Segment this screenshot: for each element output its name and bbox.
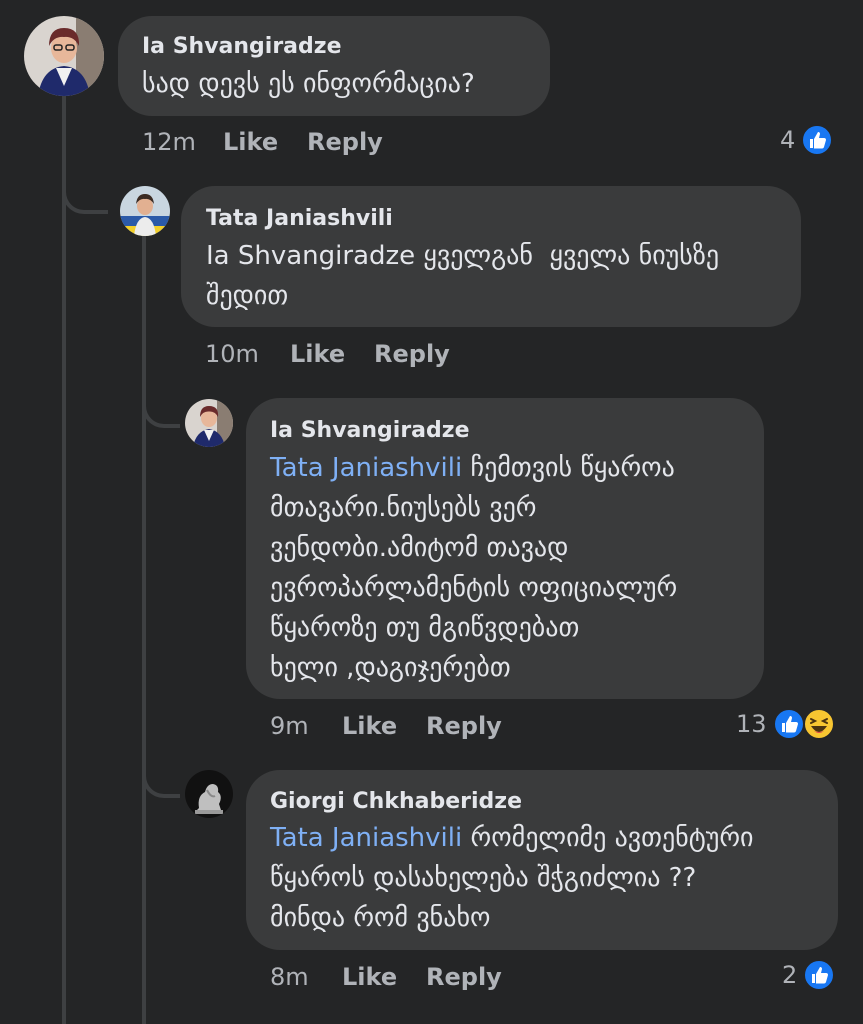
reaction-summary[interactable]: 13 — [736, 708, 835, 740]
reply-button[interactable]: Reply — [426, 712, 502, 740]
avatar[interactable] — [185, 399, 233, 447]
comment-timestamp[interactable]: 9m — [270, 712, 309, 740]
comment-text: Tata Janiashvili ჩემთვის წყაროა მთავარი.… — [270, 448, 677, 688]
thread-branch-3 — [142, 754, 180, 798]
comment-author[interactable]: Ia Shvangiradze — [270, 418, 470, 443]
mention-link[interactable]: Tata Janiashvili — [270, 823, 462, 853]
comment-timestamp[interactable]: 10m — [205, 340, 259, 368]
comment-text-line: წყაროზე თუ მგიწვდებათ — [270, 613, 580, 643]
mention-link[interactable]: Tata Janiashvili — [270, 453, 462, 483]
like-icon — [803, 959, 836, 991]
reply-button[interactable]: Reply — [307, 128, 383, 156]
like-icon — [801, 124, 834, 156]
comment-text: Ia Shvangiradze ყველგან ყველა ნიუსზე შედ… — [206, 236, 719, 316]
comment-text-line: Ia Shvangiradze ყველგან ყველა ნიუსზე — [206, 241, 720, 271]
reaction-count: 2 — [782, 961, 798, 989]
like-button[interactable]: Like — [342, 712, 397, 740]
haha-icon — [802, 708, 835, 740]
reaction-count: 13 — [736, 710, 767, 738]
comment-text-line: ევროპარლამენტის ოფიციალურ — [270, 573, 678, 603]
comment-author[interactable]: Ia Shvangiradze — [142, 34, 342, 59]
avatar-photo — [185, 770, 233, 818]
comment-text: Tata Janiashvili რომელიმე ავთენტური წყარ… — [270, 818, 754, 938]
comment-text-line: მთავარი.ნიუსებს ვერ — [270, 493, 537, 523]
comment-text: სად დევს ეს ინფორმაცია? — [142, 64, 475, 104]
comment-text-line: რომელიმე ავთენტური — [462, 823, 754, 853]
avatar-photo — [185, 399, 233, 447]
thread-line-nested — [142, 236, 146, 1024]
comment-text-line: ხელი ,დაგიჯერებთ — [270, 653, 511, 683]
comment-timestamp[interactable]: 8m — [270, 963, 309, 991]
thread-branch-1 — [62, 170, 108, 214]
avatar[interactable] — [120, 186, 170, 236]
like-button[interactable]: Like — [223, 128, 278, 156]
reply-button[interactable]: Reply — [374, 340, 450, 368]
avatar-photo — [24, 16, 104, 96]
avatar[interactable] — [185, 770, 233, 818]
like-button[interactable]: Like — [342, 963, 397, 991]
like-icon — [772, 708, 805, 740]
avatar[interactable] — [24, 16, 104, 96]
comment-author[interactable]: Giorgi Chkhaberidze — [270, 789, 522, 814]
reaction-summary[interactable]: 2 — [782, 959, 836, 991]
comment-text-line: მინდა რომ ვნახო — [270, 903, 491, 933]
comment-timestamp[interactable]: 12m — [142, 128, 196, 156]
comment-text-line: შედით — [206, 281, 289, 311]
reaction-count: 4 — [780, 126, 796, 154]
comment-text-line: ვენდობი.ამიტომ თავად — [270, 533, 569, 563]
thread-line-main — [62, 96, 66, 1024]
avatar-photo — [120, 186, 170, 236]
like-button[interactable]: Like — [290, 340, 345, 368]
comment-thread: Ia Shvangiradze სად დევს ეს ინფორმაცია? … — [0, 0, 863, 1024]
reaction-summary[interactable]: 4 — [780, 124, 834, 156]
thread-branch-2 — [142, 384, 180, 428]
comment-text-line: სად დევს ეს ინფორმაცია? — [142, 69, 475, 99]
comment-text-line: წყაროს დასახელება შჭგიძლია ?? — [270, 863, 697, 893]
comment-author[interactable]: Tata Janiashvili — [206, 206, 393, 231]
comment-text-line: ჩემთვის წყაროა — [462, 453, 675, 483]
reply-button[interactable]: Reply — [426, 963, 502, 991]
